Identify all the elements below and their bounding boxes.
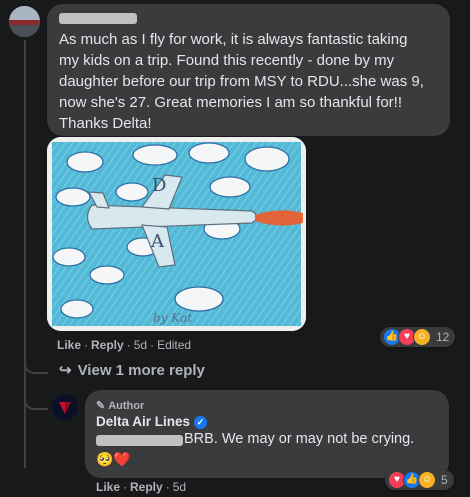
- reaction-count: 12: [436, 330, 450, 344]
- drawing-svg: [47, 137, 306, 331]
- view-more-replies[interactable]: ↪ View 1 more reply: [59, 361, 205, 379]
- reply-link[interactable]: Reply: [91, 338, 124, 352]
- reply-timestamp[interactable]: 5d: [173, 480, 186, 494]
- reply-emoji: 🥺❤️: [96, 451, 131, 467]
- drawing-letter-d: D: [152, 175, 167, 196]
- reply-arrow-icon: ↪: [59, 362, 72, 379]
- comment-drawing-image[interactable]: D A by Kat: [47, 137, 306, 331]
- reply-text: BRB. We may or may not be crying.: [184, 431, 415, 447]
- author-badge-label: Author: [108, 400, 145, 412]
- reply-like-link[interactable]: Like: [96, 480, 120, 494]
- mention-redacted[interactable]: [96, 435, 183, 446]
- care-reaction-icon: ☺: [413, 328, 431, 346]
- thread-connector: [24, 362, 48, 374]
- delta-avatar[interactable]: [52, 394, 78, 420]
- drawing-letter-a: A: [151, 231, 164, 252]
- reaction-summary[interactable]: 👍 ♥ ☺ 12: [380, 327, 456, 347]
- author-badge: ✎ Author: [96, 399, 144, 412]
- reply-author-name[interactable]: Delta Air Lines ✓: [96, 414, 208, 429]
- commenter-avatar[interactable]: [9, 6, 40, 37]
- thread-connector-reply: [24, 396, 48, 410]
- avatar-photo: [9, 6, 40, 37]
- delta-logo-icon: [52, 394, 78, 420]
- care-reaction-icon: ☺: [418, 471, 436, 489]
- verified-badge-icon: ✓: [194, 415, 208, 429]
- view-more-label: View 1 more reply: [77, 362, 205, 379]
- comment-bubble: As much as I fly for work, it is always …: [47, 4, 450, 136]
- reply-actions: Like · Reply · 5d: [96, 480, 187, 494]
- drawing-signature: by Kat: [153, 311, 193, 325]
- comment-timestamp[interactable]: 5d: [134, 338, 147, 352]
- reply-reaction-summary[interactable]: ♥ 👍 ☺ 5: [385, 470, 454, 490]
- comment-text: As much as I fly for work, it is always …: [59, 31, 424, 132]
- like-link[interactable]: Like: [57, 338, 81, 352]
- reply-bubble: ✎ Author Delta Air Lines ✓ BRB. We may or …: [85, 390, 449, 478]
- commenter-name-redacted[interactable]: [59, 13, 137, 24]
- pencil-icon: ✎: [96, 400, 106, 412]
- reply-author-label: Delta Air Lines: [96, 414, 191, 429]
- reply-reaction-count: 5: [441, 473, 448, 487]
- comment-actions: Like · Reply · 5d · Edited: [57, 338, 192, 352]
- edited-label[interactable]: Edited: [157, 338, 191, 352]
- reply-reply-link[interactable]: Reply: [130, 480, 163, 494]
